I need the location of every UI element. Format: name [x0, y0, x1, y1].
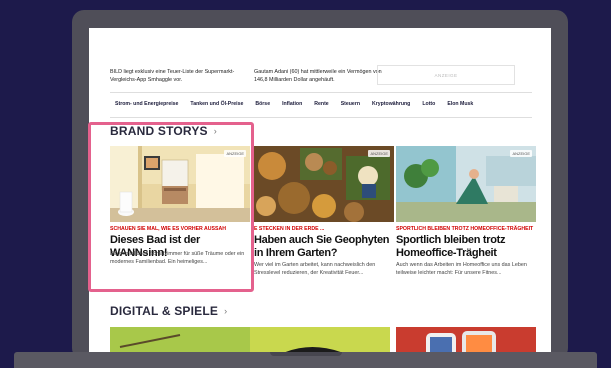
highlight-frame: [88, 122, 254, 292]
teaser-text-1[interactable]: BILD liegt exklusiv eine Teuer-Liste der…: [110, 68, 240, 84]
digital-story-image-1[interactable]: [110, 327, 390, 352]
nav-item-tanken[interactable]: Tanken und Öl-Preise: [190, 101, 243, 107]
chevron-right-icon: ›: [224, 306, 228, 316]
nav-item-rente[interactable]: Rente: [314, 101, 328, 107]
card-summary: Auch wenn das Arbeiten im Homeoffice uns…: [396, 262, 527, 276]
yoga-homeoffice-image: ANZEIGE: [396, 146, 536, 222]
teaser-text-2[interactable]: Gautam Adani (60) hat mittlerweile ein V…: [254, 68, 394, 84]
nav-item-boerse[interactable]: Börse: [255, 101, 270, 107]
nav-item-inflation[interactable]: Inflation: [282, 101, 302, 107]
card-summary: Wer viel im Garten arbeitet, kann nachwe…: [254, 262, 376, 276]
section-title-digital-spiele[interactable]: DIGITAL & SPIELE ›: [110, 304, 227, 318]
nav-item-krypto[interactable]: Kryptowährung: [372, 101, 410, 107]
ad-box[interactable]: ANZEIGE: [377, 65, 515, 85]
ad-label: ANZEIGE: [434, 72, 458, 78]
digital-story-image-2[interactable]: [396, 327, 536, 352]
card-kicker: E STECKEN IN DER ERDE ...: [254, 226, 325, 232]
story-card-2[interactable]: ANZEIGE E STECKEN IN DER ERDE ... Haben …: [254, 146, 394, 292]
laptop-notch: [270, 352, 342, 356]
story-card-3[interactable]: ANZEIGE SPORTLICH BLEIBEN TROTZ HOMEOFFI…: [396, 146, 536, 292]
divider: [110, 92, 532, 93]
ad-badge: ANZEIGE: [510, 150, 532, 157]
card-headline[interactable]: Sportlich bleiben trotz Homeoffice-Trägh…: [396, 234, 536, 259]
topic-nav: Strom- und Energiepreise Tanken und Öl-P…: [115, 101, 485, 107]
card-headline[interactable]: Haben auch Sie Geophyten in Ihrem Garten…: [254, 234, 394, 259]
garden-bulbs-image: ANZEIGE: [254, 146, 394, 222]
section-title-text: DIGITAL & SPIELE: [110, 304, 219, 318]
card-kicker: SPORTLICH BLEIBEN TROTZ HOMEOFFICE-TRÄGH…: [396, 226, 534, 232]
nav-item-lotto[interactable]: Lotto: [422, 101, 435, 107]
nav-item-energiepreise[interactable]: Strom- und Energiepreise: [115, 101, 178, 107]
divider: [110, 117, 532, 118]
ad-badge: ANZEIGE: [368, 150, 390, 157]
nav-item-elon-musk[interactable]: Elon Musk: [447, 101, 473, 107]
nav-item-steuern[interactable]: Steuern: [341, 101, 360, 107]
